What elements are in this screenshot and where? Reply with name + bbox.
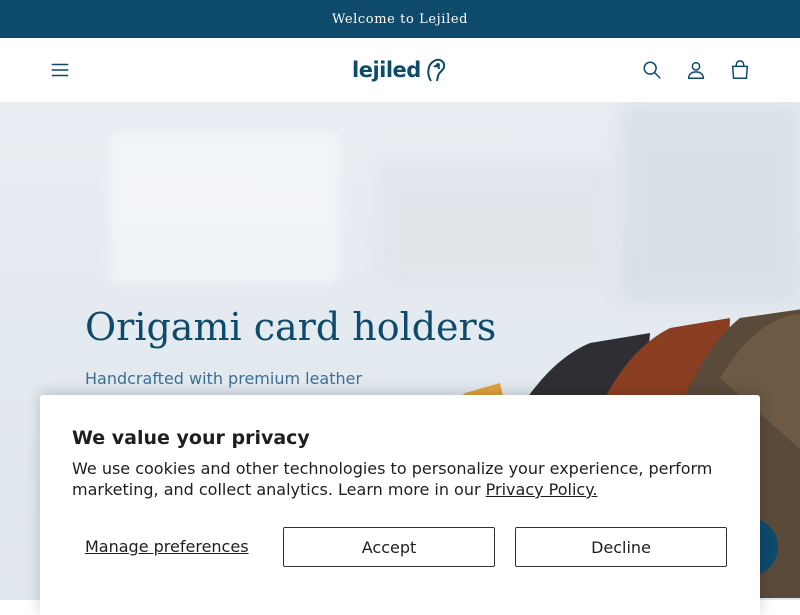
cookie-banner-text: We use cookies and other technologies to… <box>72 458 732 500</box>
account-icon <box>687 61 705 79</box>
search-icon <box>643 61 661 79</box>
announcement-bar: Welcome to Lejiled <box>0 0 800 38</box>
cookie-banner-body: We use cookies and other technologies to… <box>72 459 713 499</box>
logo-mark-icon <box>427 58 445 82</box>
cart-icon <box>731 60 749 79</box>
hero-subtitle: Handcrafted with premium leather <box>85 369 363 388</box>
cookie-consent-banner: We value your privacy We use cookies and… <box>40 395 760 615</box>
cart-button[interactable] <box>720 50 760 90</box>
menu-icon <box>51 63 69 77</box>
hero-background-blur <box>620 103 800 303</box>
hero-background-blur <box>380 163 610 283</box>
menu-button[interactable] <box>40 50 80 90</box>
hero-title: Origami card holders <box>85 305 497 349</box>
privacy-policy-link[interactable]: Privacy Policy. <box>486 480 598 499</box>
account-button[interactable] <box>676 50 716 90</box>
logo-text: lejiled <box>352 58 421 82</box>
search-button[interactable] <box>632 50 672 90</box>
cookie-banner-title: We value your privacy <box>72 427 310 449</box>
announcement-text: Welcome to Lejiled <box>331 11 469 27</box>
site-logo[interactable]: lejiled <box>352 54 447 86</box>
site-header: lejiled <box>0 38 800 103</box>
accept-button[interactable]: Accept <box>283 527 495 567</box>
decline-button[interactable]: Decline <box>515 527 727 567</box>
manage-preferences-link[interactable]: Manage preferences <box>85 537 249 556</box>
hero-background-blur <box>110 133 340 283</box>
